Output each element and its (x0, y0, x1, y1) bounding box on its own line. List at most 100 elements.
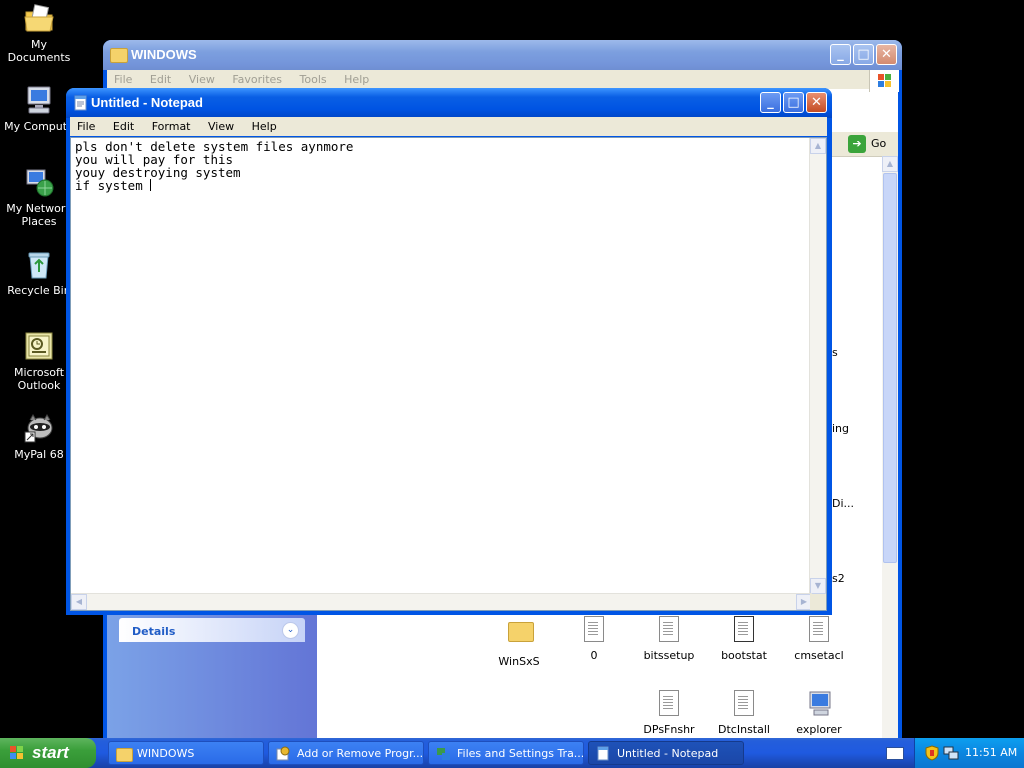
file-item[interactable]: bootstat (709, 616, 779, 662)
maximize-button[interactable]: □ (783, 92, 804, 113)
document-icon (734, 690, 754, 716)
file-name: explorer (796, 723, 842, 736)
file-name: 0 (590, 649, 598, 662)
desktop-icon-my-documents[interactable]: My Documents (0, 2, 78, 64)
scroll-left-icon[interactable]: ◀ (71, 594, 87, 610)
notepad-menubar: File Edit Format View Help (70, 117, 827, 136)
file-item[interactable]: DtcInstall (709, 690, 779, 736)
file-item[interactable]: WinSxS (484, 616, 554, 668)
close-button[interactable]: ✕ (876, 44, 897, 65)
menu-help[interactable]: Help (245, 117, 284, 133)
menu-edit[interactable]: Edit (143, 70, 178, 86)
windows-logo-icon (869, 70, 899, 92)
folder-documents-icon (23, 2, 55, 34)
document-icon (809, 616, 829, 642)
notepad-title-bar[interactable]: Untitled - Notepad _ □ ✕ (66, 88, 832, 118)
partial-file-label: s2 (832, 572, 845, 585)
scroll-up-icon[interactable]: ▲ (810, 138, 826, 154)
notepad-icon (596, 746, 611, 761)
taskbar-item-notepad[interactable]: Untitled - Notepad (588, 741, 744, 765)
notepad-window[interactable]: Untitled - Notepad _ □ ✕ File Edit Forma… (66, 88, 832, 615)
file-name: cmsetacl (794, 649, 844, 662)
chevron-down-icon[interactable]: ⌄ (282, 622, 299, 639)
transfer-wizard-icon (436, 746, 451, 761)
maximize-button[interactable]: □ (853, 44, 874, 65)
menu-file[interactable]: File (107, 70, 139, 86)
text-line: if system (75, 178, 151, 193)
folder-icon (116, 748, 133, 762)
file-name: DPsFnshr (643, 723, 695, 736)
file-name: DtcInstall (718, 723, 770, 736)
taskbar-item-files-settings[interactable]: Files and Settings Tra... (428, 741, 584, 765)
details-label: Details (132, 625, 176, 638)
folder-icon (508, 622, 534, 642)
close-icon: ✕ (811, 95, 822, 110)
go-button[interactable]: ➔ Go (846, 134, 894, 154)
taskbar-item-label: Files and Settings Tra... (457, 747, 584, 760)
notepad-vscroll[interactable]: ▲ ▼ (809, 138, 826, 594)
file-item[interactable]: cmsetacl (784, 616, 854, 662)
notepad-text[interactable]: pls don't delete system files aynmore you… (75, 140, 353, 192)
taskbar-item-windows[interactable]: WINDOWS (108, 741, 264, 765)
menu-help[interactable]: Help (337, 70, 376, 86)
add-remove-programs-icon (276, 746, 291, 761)
text-line-with-caret: if system (75, 179, 353, 192)
notepad-text-area[interactable]: pls don't delete system files aynmore you… (70, 137, 827, 611)
system-tray: 11:51 AM (914, 738, 1024, 768)
minimize-icon: _ (837, 47, 844, 62)
minimize-icon: _ (767, 95, 774, 110)
menu-tools[interactable]: Tools (293, 70, 334, 86)
minimize-button[interactable]: _ (830, 44, 851, 65)
taskbar-item-label: Add or Remove Progr... (297, 747, 424, 760)
file-item[interactable]: 0 (559, 616, 629, 662)
clock[interactable]: 11:51 AM (965, 746, 1017, 759)
start-button[interactable]: start (0, 738, 96, 768)
keyboard-language-icon[interactable] (886, 747, 904, 760)
go-arrow-icon: ➔ (848, 135, 866, 153)
close-icon: ✕ (881, 47, 892, 62)
windows-flag-icon (9, 745, 25, 761)
partial-file-label: Di... (832, 497, 855, 510)
network-icon[interactable] (943, 745, 959, 764)
maximize-icon: □ (857, 47, 870, 62)
security-shield-icon[interactable] (925, 745, 939, 764)
menu-favorites[interactable]: Favorites (225, 70, 289, 86)
scroll-thumb[interactable] (883, 173, 897, 563)
text-caret (150, 179, 152, 191)
taskbar-item-add-remove[interactable]: Add or Remove Progr... (268, 741, 424, 765)
raccoon-browser-icon (23, 412, 55, 444)
notepad-hscroll[interactable]: ◀ ▶ (71, 593, 812, 610)
outlook-icon (23, 330, 55, 362)
document-icon (584, 616, 604, 642)
computer-icon (23, 84, 55, 116)
maximize-icon: □ (787, 95, 800, 110)
notepad-title: Untitled - Notepad (91, 95, 203, 110)
menu-file[interactable]: File (70, 117, 102, 133)
minimize-button[interactable]: _ (760, 92, 781, 113)
scroll-up-icon[interactable]: ▲ (882, 156, 898, 172)
file-name: bitssetup (643, 649, 695, 662)
taskbar-item-label: WINDOWS (137, 747, 195, 760)
document-icon (659, 616, 679, 642)
scroll-down-icon[interactable]: ▼ (810, 578, 826, 594)
menu-view[interactable]: View (201, 117, 241, 133)
taskbar: start WINDOWS Add or Remove Progr... Fil… (0, 738, 1024, 768)
file-item[interactable]: bitssetup (634, 616, 704, 662)
file-item[interactable]: DPsFnshr (634, 690, 704, 736)
start-label: start (32, 743, 69, 762)
close-button[interactable]: ✕ (806, 92, 827, 113)
menu-format[interactable]: Format (145, 117, 198, 133)
folder-icon (110, 48, 128, 63)
explorer-title-bar[interactable]: WINDOWS _ □ ✕ (103, 40, 902, 70)
notepad-icon (73, 95, 89, 114)
taskbar-item-label: Untitled - Notepad (617, 747, 719, 760)
go-label: Go (871, 137, 887, 150)
file-item[interactable]: explorer (784, 690, 854, 736)
menu-edit[interactable]: Edit (106, 117, 141, 133)
menu-view[interactable]: View (182, 70, 222, 86)
partial-file-label: ing (832, 422, 850, 435)
recycle-bin-icon (23, 248, 55, 280)
details-panel-header[interactable]: Details ⌄ (119, 618, 305, 642)
explorer-vscroll[interactable]: ▲ (882, 156, 898, 740)
size-grip[interactable] (810, 594, 826, 610)
